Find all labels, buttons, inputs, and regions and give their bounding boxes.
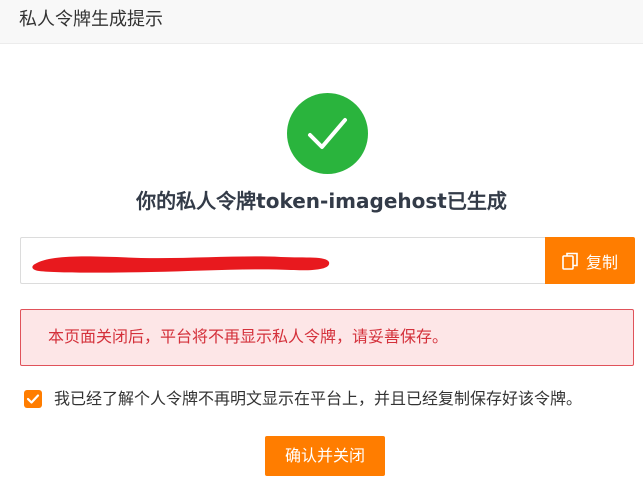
dialog-header: 私人令牌生成提示 bbox=[0, 0, 643, 44]
token-display-field[interactable] bbox=[20, 237, 545, 284]
check-circle-icon bbox=[287, 93, 368, 174]
redaction-mark bbox=[32, 256, 330, 273]
dialog-title: 私人令牌生成提示 bbox=[19, 9, 163, 30]
checkmark-icon bbox=[26, 394, 40, 404]
warning-text: 本页面关闭后，平台将不再显示私人令牌，请妥善保存。 bbox=[48, 327, 449, 346]
acknowledge-row: 我已经了解个人令牌不再明文显示在平台上，并且已经复制保存好该令牌。 bbox=[24, 388, 639, 412]
copy-button-label: 复制 bbox=[585, 252, 618, 272]
confirm-close-button[interactable]: 确认并关闭 bbox=[265, 436, 385, 476]
acknowledge-label[interactable]: 我已经了解个人令牌不再明文显示在平台上，并且已经复制保存好该令牌。 bbox=[54, 388, 582, 410]
token-created-headline: 你的私人令牌token-imagehost已生成 bbox=[136, 189, 507, 213]
warning-alert: 本页面关闭后，平台将不再显示私人令牌，请妥善保存。 bbox=[20, 309, 634, 366]
copy-icon bbox=[562, 252, 578, 270]
acknowledge-checkbox[interactable] bbox=[24, 390, 42, 408]
copy-button[interactable]: 复制 bbox=[545, 237, 635, 284]
